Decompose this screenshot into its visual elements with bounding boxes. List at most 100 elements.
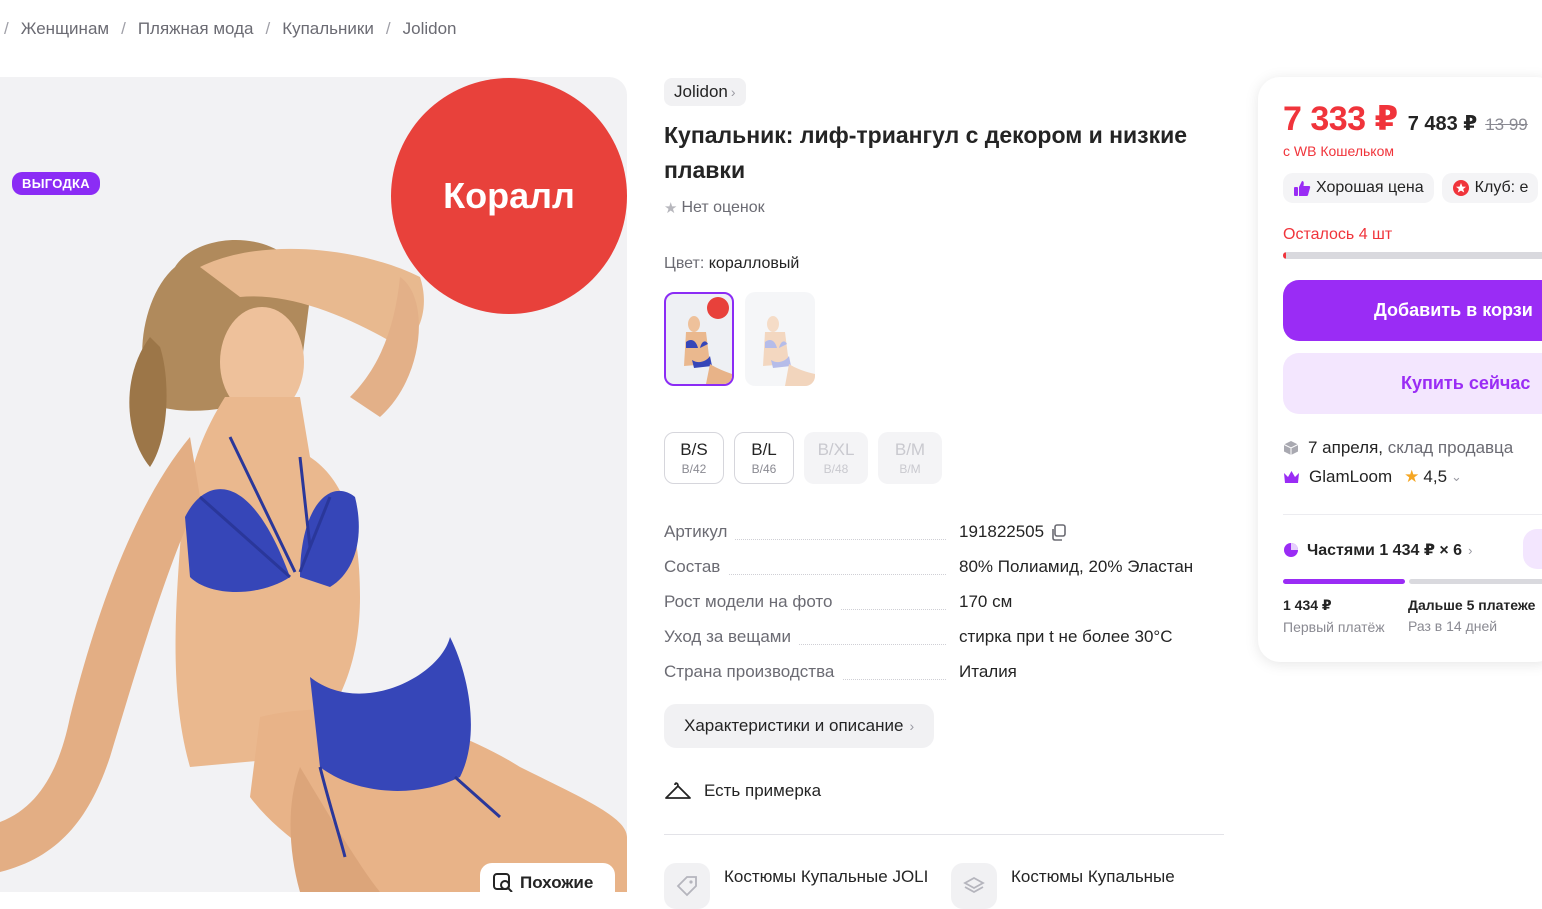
spec-key: Рост модели на фото	[664, 592, 841, 612]
first-payment-label: Первый платёж	[1283, 619, 1385, 635]
wallet-price: 7 333 ₽	[1283, 100, 1398, 138]
spec-value: стирка при t не более 30°С	[959, 627, 1173, 646]
breadcrumb-separator: /	[121, 19, 126, 38]
next-payments-amount: Дальше 5 платеже	[1408, 597, 1536, 613]
coral-color-dot	[707, 297, 729, 319]
spec-value: 191822505	[959, 522, 1067, 542]
collection-link[interactable]: Костюмы Купальные JOLI	[664, 863, 944, 909]
good-price-label: Хорошая цена	[1316, 179, 1424, 196]
size-sublabel: B/M	[899, 462, 921, 476]
box-icon	[1283, 441, 1299, 455]
spec-value: Италия	[959, 662, 1017, 681]
installments-toggle[interactable]	[1523, 529, 1542, 569]
delivery-date: 7 апреля,	[1308, 438, 1384, 457]
chevron-right-icon: ›	[730, 84, 736, 100]
club-icon	[1452, 180, 1469, 196]
chevron-down-icon: ⌄	[1451, 469, 1462, 484]
brand-link[interactable]: Jolidon ›	[664, 78, 746, 106]
tag-icon	[664, 863, 710, 909]
thumbs-up-icon	[1294, 181, 1311, 196]
product-gallery[interactable]: ВЫГОДКА Коралл Похожие	[0, 77, 627, 892]
star-icon: ★	[664, 200, 678, 217]
breadcrumb-separator: /	[385, 19, 391, 38]
spec-key: Страна производства	[664, 662, 843, 682]
breadcrumb-item-brand[interactable]: Jolidon	[403, 19, 457, 39]
promo-badge: ВЫГОДКА	[12, 172, 100, 195]
spec-row: Рост модели на фото 170 см	[664, 588, 1224, 623]
delivery-info: 7 апреля, склад продавца	[1283, 438, 1513, 458]
installments-progress	[1283, 579, 1542, 584]
price-row: 7 333 ₽ 7 483 ₽ 13 99	[1283, 99, 1528, 139]
price-chips: Хорошая цена Клуб: е	[1283, 173, 1539, 203]
similar-products-button[interactable]: Похожие	[480, 863, 615, 892]
first-payment-segment	[1283, 579, 1405, 584]
spec-value: 80% Полиамид, 20% Эластан	[959, 557, 1194, 576]
spec-row: Артикул 191822505	[664, 518, 1224, 553]
characteristics-button[interactable]: Характеристики и описание ›	[664, 704, 935, 748]
size-option[interactable]: B/L B/46	[734, 432, 794, 484]
size-sublabel: B/46	[751, 462, 777, 476]
breadcrumb-separator: /	[265, 19, 271, 38]
rating[interactable]: ★ Нет оценок	[664, 199, 765, 217]
size-label: B/XL	[817, 440, 855, 459]
collection-link[interactable]: Костюмы Купальные	[951, 863, 1224, 909]
stock-progress-bar	[1283, 252, 1542, 259]
wallet-note[interactable]: с WB Кошельком	[1283, 143, 1394, 159]
rating-text: Нет оценок	[681, 199, 765, 216]
size-option-unavailable[interactable]: B/M B/M	[878, 432, 942, 484]
size-sublabel: B/48	[823, 462, 849, 476]
spec-key: Артикул	[664, 522, 736, 542]
size-label: B/L	[751, 440, 777, 459]
pie-icon	[1284, 543, 1298, 557]
article-number: 191822505	[959, 522, 1045, 541]
color-label-value: коралловый	[708, 255, 800, 272]
buy-now-button[interactable]: Купить сейчас	[1283, 353, 1542, 414]
size-option-unavailable[interactable]: B/XL B/48	[804, 432, 868, 484]
spec-row: Состав 80% Полиамид, 20% Эластан	[664, 553, 1224, 588]
swatch-thumbnail	[763, 316, 815, 386]
collection-label: Костюмы Купальные	[1011, 867, 1175, 886]
hanger-icon	[665, 782, 691, 799]
installments-label: Частями 1 434 ₽ × 6	[1307, 542, 1463, 559]
similar-products-label: Похожие	[520, 873, 594, 892]
breadcrumb: / Женщинам / Пляжная мода / Купальники /…	[0, 17, 456, 41]
add-to-cart-button[interactable]: Добавить в корзи	[1283, 280, 1542, 341]
seller-info[interactable]: GlamLoom ★ 4,5 ⌄	[1283, 467, 1462, 487]
installments-link[interactable]: Частями 1 434 ₽ × 6 ›	[1283, 540, 1472, 560]
section-divider	[664, 834, 1224, 835]
collection-label: Костюмы Купальные JOLI	[724, 867, 929, 886]
stock-left: Осталось 4 шт	[1283, 226, 1393, 243]
crown-icon	[1284, 471, 1299, 483]
club-chip[interactable]: Клуб: е	[1441, 173, 1539, 203]
next-payments: Дальше 5 платеже Раз в 14 дней	[1408, 597, 1535, 634]
club-label: Клуб: е	[1474, 179, 1529, 196]
regular-price: 7 483 ₽	[1407, 113, 1478, 135]
spec-row: Уход за вещами стирка при t не более 30°…	[664, 623, 1224, 658]
first-payment: 1 434 ₽ Первый платёж	[1283, 597, 1385, 635]
product-title: Купальник: лиф-триангул с декором и низк…	[664, 122, 1188, 183]
characteristics-label: Характеристики и описание	[684, 716, 904, 735]
spec-row: Страна производства Италия	[664, 658, 1224, 693]
star-icon: ★	[1404, 467, 1420, 486]
copy-icon[interactable]	[1050, 523, 1067, 541]
color-circle-label: Коралл	[391, 78, 627, 314]
first-payment-amount: 1 434 ₽	[1283, 597, 1332, 613]
brand-name: Jolidon	[674, 82, 728, 101]
color-label-key: Цвет:	[664, 255, 705, 272]
color-swatch-alt[interactable]	[745, 292, 815, 386]
search-similar-icon	[493, 873, 513, 892]
chevron-right-icon: ›	[909, 718, 915, 734]
size-option[interactable]: B/S B/42	[664, 432, 724, 484]
good-price-chip[interactable]: Хорошая цена	[1283, 173, 1434, 203]
original-price: 13 99	[1485, 115, 1528, 134]
stock-progress-fill	[1283, 252, 1286, 259]
color-swatch-coral[interactable]	[664, 292, 734, 386]
breadcrumb-item-swimsuits[interactable]: Купальники	[282, 19, 374, 39]
size-sublabel: B/42	[681, 462, 707, 476]
breadcrumb-item-women[interactable]: Женщинам	[21, 19, 109, 39]
layers-icon	[951, 863, 997, 909]
spec-list: Артикул 191822505 Состав 80% Полиамид, 2…	[664, 518, 1224, 693]
color-label: Цвет: коралловый	[664, 255, 799, 273]
breadcrumb-item-beachwear[interactable]: Пляжная мода	[138, 19, 254, 39]
buy-card: 7 333 ₽ 7 483 ₽ 13 99 с WB Кошельком Хор…	[1258, 77, 1542, 662]
